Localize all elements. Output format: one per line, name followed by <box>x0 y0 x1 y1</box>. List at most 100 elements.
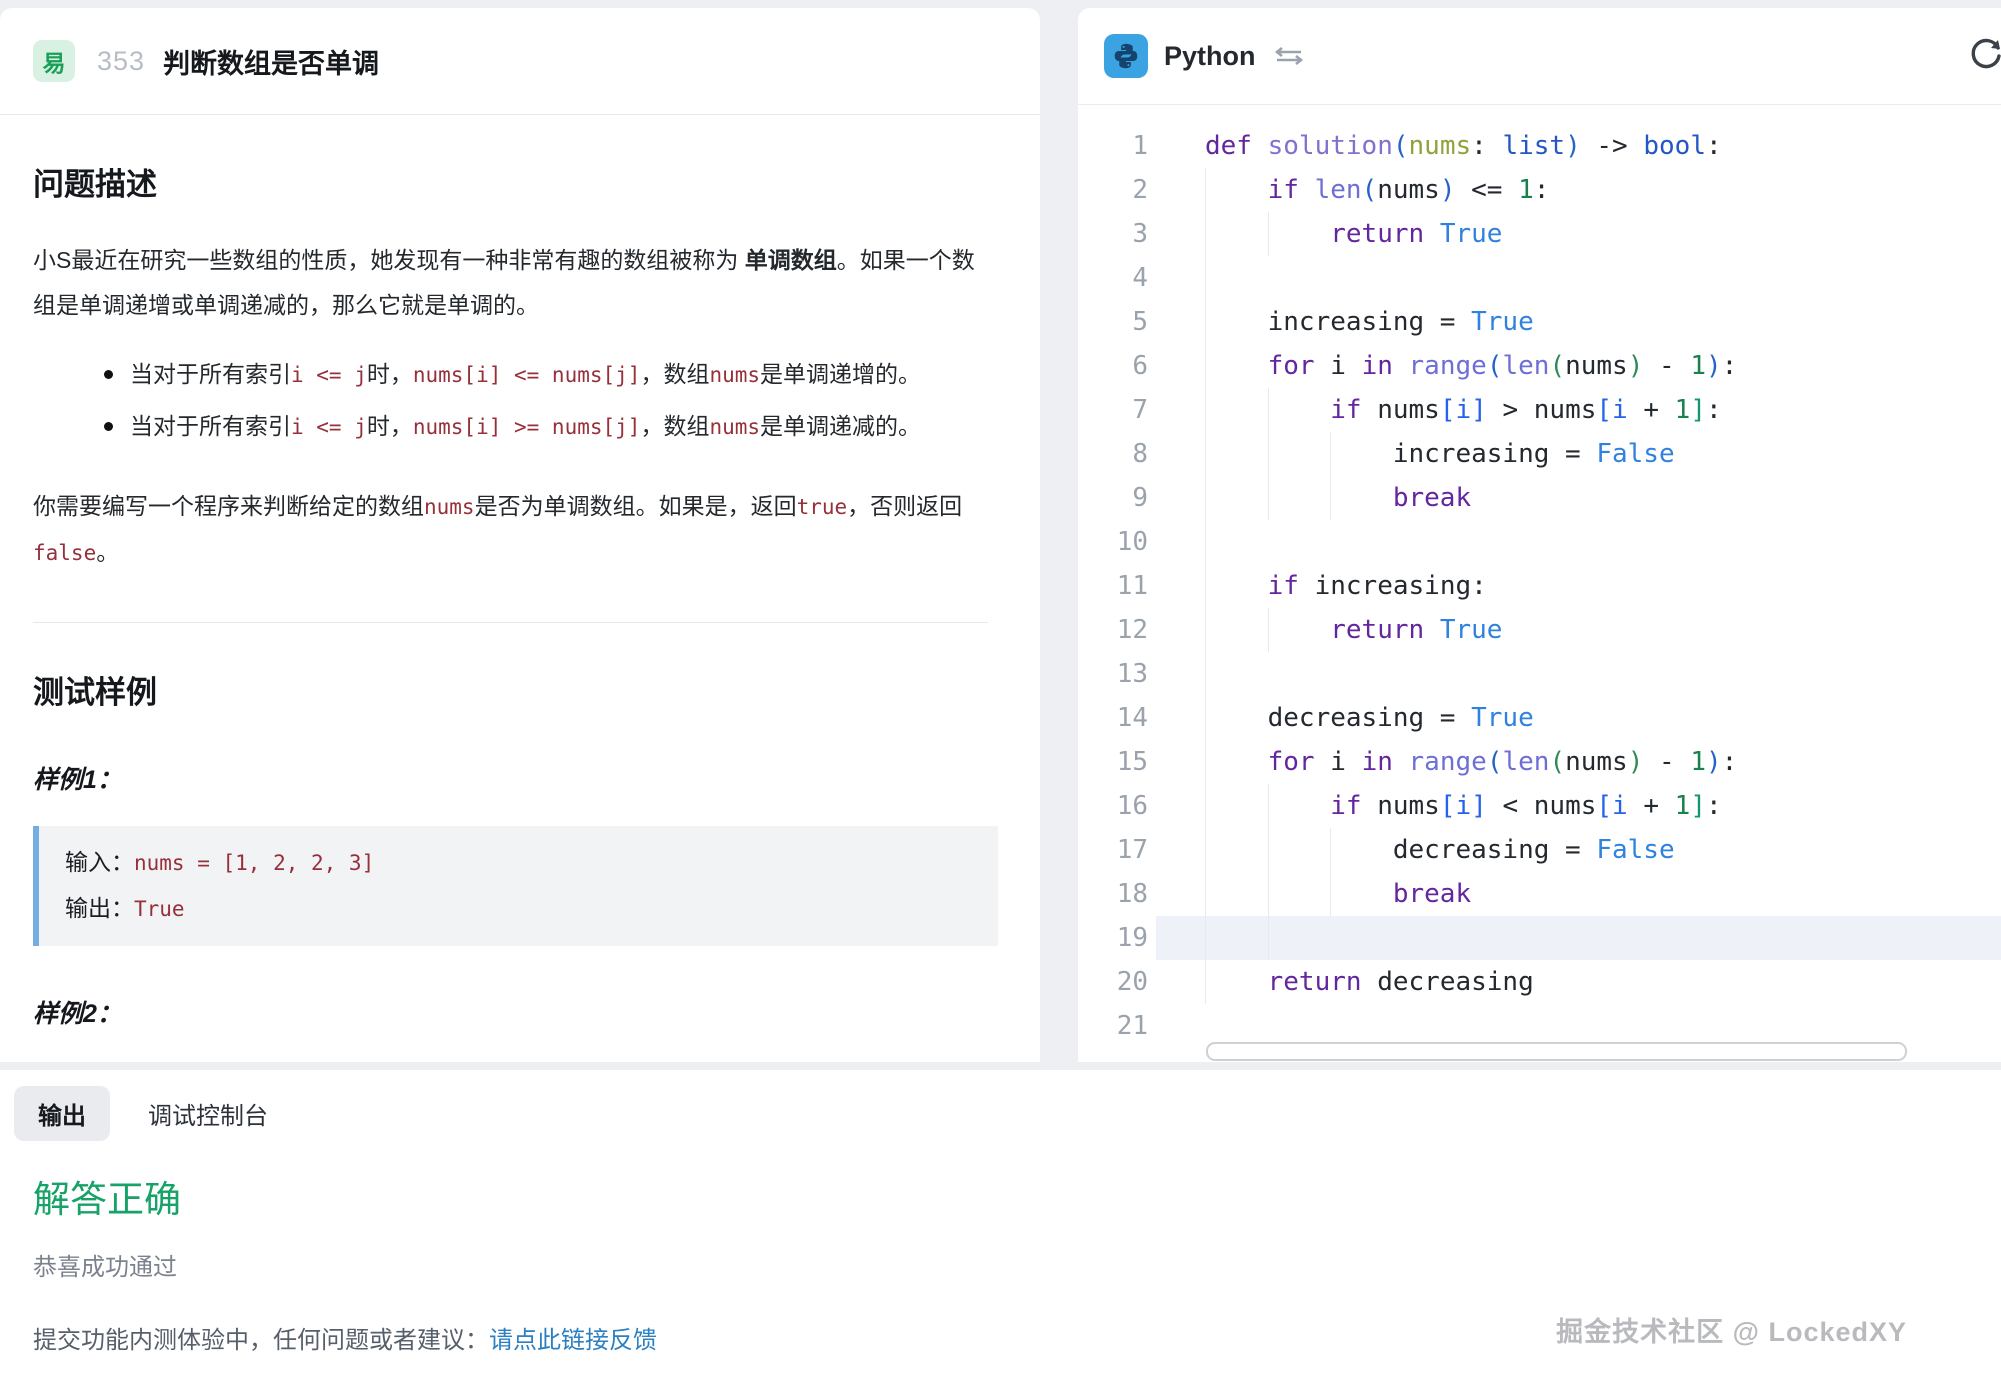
code-token: <= <box>1456 175 1519 205</box>
code-token: nums <box>1409 131 1472 161</box>
line-number: 13 <box>1078 659 1148 689</box>
code-token: len <box>1315 175 1362 205</box>
code-token: nums <box>1565 747 1628 777</box>
code-token: ( <box>1487 351 1503 381</box>
code-token: for <box>1268 747 1315 777</box>
sample2-label: 样例2： <box>33 994 998 1030</box>
sample1-label: 样例1： <box>33 760 998 796</box>
code-token: - <box>1643 351 1690 381</box>
code-token: if <box>1330 791 1361 821</box>
code-token: [i] <box>1440 791 1487 821</box>
code-line[interactable]: 13 <box>1078 652 2001 696</box>
code-line-text: if increasing: <box>1205 571 1487 601</box>
result-status: 解答正确 <box>33 1169 2001 1223</box>
code-token <box>1424 615 1440 645</box>
code-line[interactable]: 18 break <box>1078 872 2001 916</box>
inline-code: false <box>33 541 96 565</box>
inline-code: i <= j <box>291 415 367 439</box>
code-token: range <box>1409 747 1487 777</box>
section-divider <box>33 622 988 623</box>
inline-code: nums <box>424 495 475 519</box>
code-token: ( <box>1549 747 1565 777</box>
line-number: 9 <box>1078 483 1148 513</box>
text-run: 当对于所有索引 <box>130 413 291 439</box>
line-number: 15 <box>1078 747 1148 777</box>
code-line[interactable]: 8 increasing = False <box>1078 432 2001 476</box>
code-line[interactable]: 15 for i in range(len(nums) - 1): <box>1078 740 2001 784</box>
question-number: 353 <box>97 46 145 77</box>
code-token: if <box>1330 395 1361 425</box>
text-run: 是否为单调数组。如果是，返回 <box>475 493 797 519</box>
code-token: len <box>1502 351 1549 381</box>
code-token: i <box>1315 351 1362 381</box>
line-number: 19 <box>1078 923 1148 953</box>
code-line[interactable]: 7 if nums[i] > nums[i + 1]: <box>1078 388 2001 432</box>
code-token: ( <box>1549 351 1565 381</box>
inline-code: True <box>134 897 185 921</box>
code-line[interactable]: 9 break <box>1078 476 2001 520</box>
horizontal-scrollbar[interactable] <box>1206 1042 1907 1061</box>
code-line-text: increasing = True <box>1205 307 1534 337</box>
line-number: 17 <box>1078 835 1148 865</box>
app-window: 易 353 判断数组是否单调 问题描述 小S最近在研究一些数组的性质，她发现有一… <box>0 0 2001 1375</box>
question-title: 判断数组是否单调 <box>163 42 379 81</box>
code-line[interactable]: 5 increasing = True <box>1078 300 2001 344</box>
code-token: nums <box>1362 395 1440 425</box>
code-line[interactable]: 12 return True <box>1078 608 2001 652</box>
code-line[interactable]: 10 <box>1078 520 2001 564</box>
code-token: bool <box>1643 131 1706 161</box>
code-token: nums <box>1377 175 1440 205</box>
code-editor[interactable]: 1 def solution(nums: list) -> bool: 2 if l… <box>1078 105 2001 1048</box>
code-token: 1 <box>1675 791 1691 821</box>
code-line[interactable]: 11 if increasing: <box>1078 564 2001 608</box>
indent-guide <box>1205 652 1206 696</box>
code-token: : <box>1706 791 1722 821</box>
line-number: 4 <box>1078 263 1148 293</box>
code-token: True <box>1440 615 1503 645</box>
feedback-link[interactable]: 请点此链接反馈 <box>489 1327 657 1354</box>
beta-notice-text: 提交功能内测体验中，任何问题或者建议： <box>33 1327 489 1354</box>
code-token: list <box>1502 131 1565 161</box>
swap-language-icon[interactable] <box>1274 43 1304 69</box>
output-panel: 输出 调试控制台 解答正确 恭喜成功通过 提交功能内测体验中，任何问题或者建议：… <box>0 1070 2001 1375</box>
code-token: > nums <box>1487 395 1597 425</box>
language-selector[interactable]: Python <box>1164 41 1256 72</box>
code-token <box>1205 351 1268 381</box>
text-run: 单调数组 <box>745 247 837 273</box>
code-token <box>1424 219 1440 249</box>
code-token: 1 <box>1690 351 1706 381</box>
code-line-text: if nums[i] > nums[i + 1]: <box>1205 395 1722 425</box>
code-line[interactable]: 2 if len(nums) <= 1: <box>1078 168 2001 212</box>
code-line-text: break <box>1205 879 1471 909</box>
code-token <box>1205 175 1268 205</box>
code-token <box>1205 483 1393 513</box>
code-line[interactable]: 14 decreasing = True <box>1078 696 2001 740</box>
code-line-text: def solution(nums: list) -> bool: <box>1205 131 1722 161</box>
code-line[interactable]: 19 <box>1078 916 2001 960</box>
code-token: ( <box>1487 747 1503 777</box>
inline-code: nums = [1, 2, 2, 3] <box>134 851 374 875</box>
tab-output[interactable]: 输出 <box>14 1086 110 1141</box>
python-logo-icon <box>1104 34 1148 78</box>
code-token: False <box>1596 439 1674 469</box>
code-token: nums <box>1565 351 1628 381</box>
description-paragraph-1: 小S最近在研究一些数组的性质，她发现有一种非常有趣的数组被称为 单调数组。如果一… <box>33 238 993 328</box>
code-token <box>1299 175 1315 205</box>
code-line-text: return True <box>1205 219 1502 249</box>
code-line[interactable]: 17 decreasing = False <box>1078 828 2001 872</box>
result-subtitle: 恭喜成功通过 <box>33 1247 2001 1282</box>
code-line-text: decreasing = True <box>1205 703 1534 733</box>
code-line[interactable]: 20 return decreasing <box>1078 960 2001 1004</box>
line-number: 1 <box>1078 131 1148 161</box>
text-run: 时， <box>367 413 413 439</box>
code-token: decreasing = <box>1205 703 1471 733</box>
code-line[interactable]: 4 <box>1078 256 2001 300</box>
code-line[interactable]: 1 def solution(nums: list) -> bool: <box>1078 124 2001 168</box>
line-number: 10 <box>1078 527 1148 557</box>
code-line[interactable]: 3 return True <box>1078 212 2001 256</box>
refresh-code-icon[interactable] <box>1965 35 2001 77</box>
text-run: 。 <box>96 539 119 565</box>
code-line[interactable]: 16 if nums[i] < nums[i + 1]: <box>1078 784 2001 828</box>
tab-debug-console[interactable]: 调试控制台 <box>124 1086 292 1141</box>
code-line[interactable]: 6 for i in range(len(nums) - 1): <box>1078 344 2001 388</box>
